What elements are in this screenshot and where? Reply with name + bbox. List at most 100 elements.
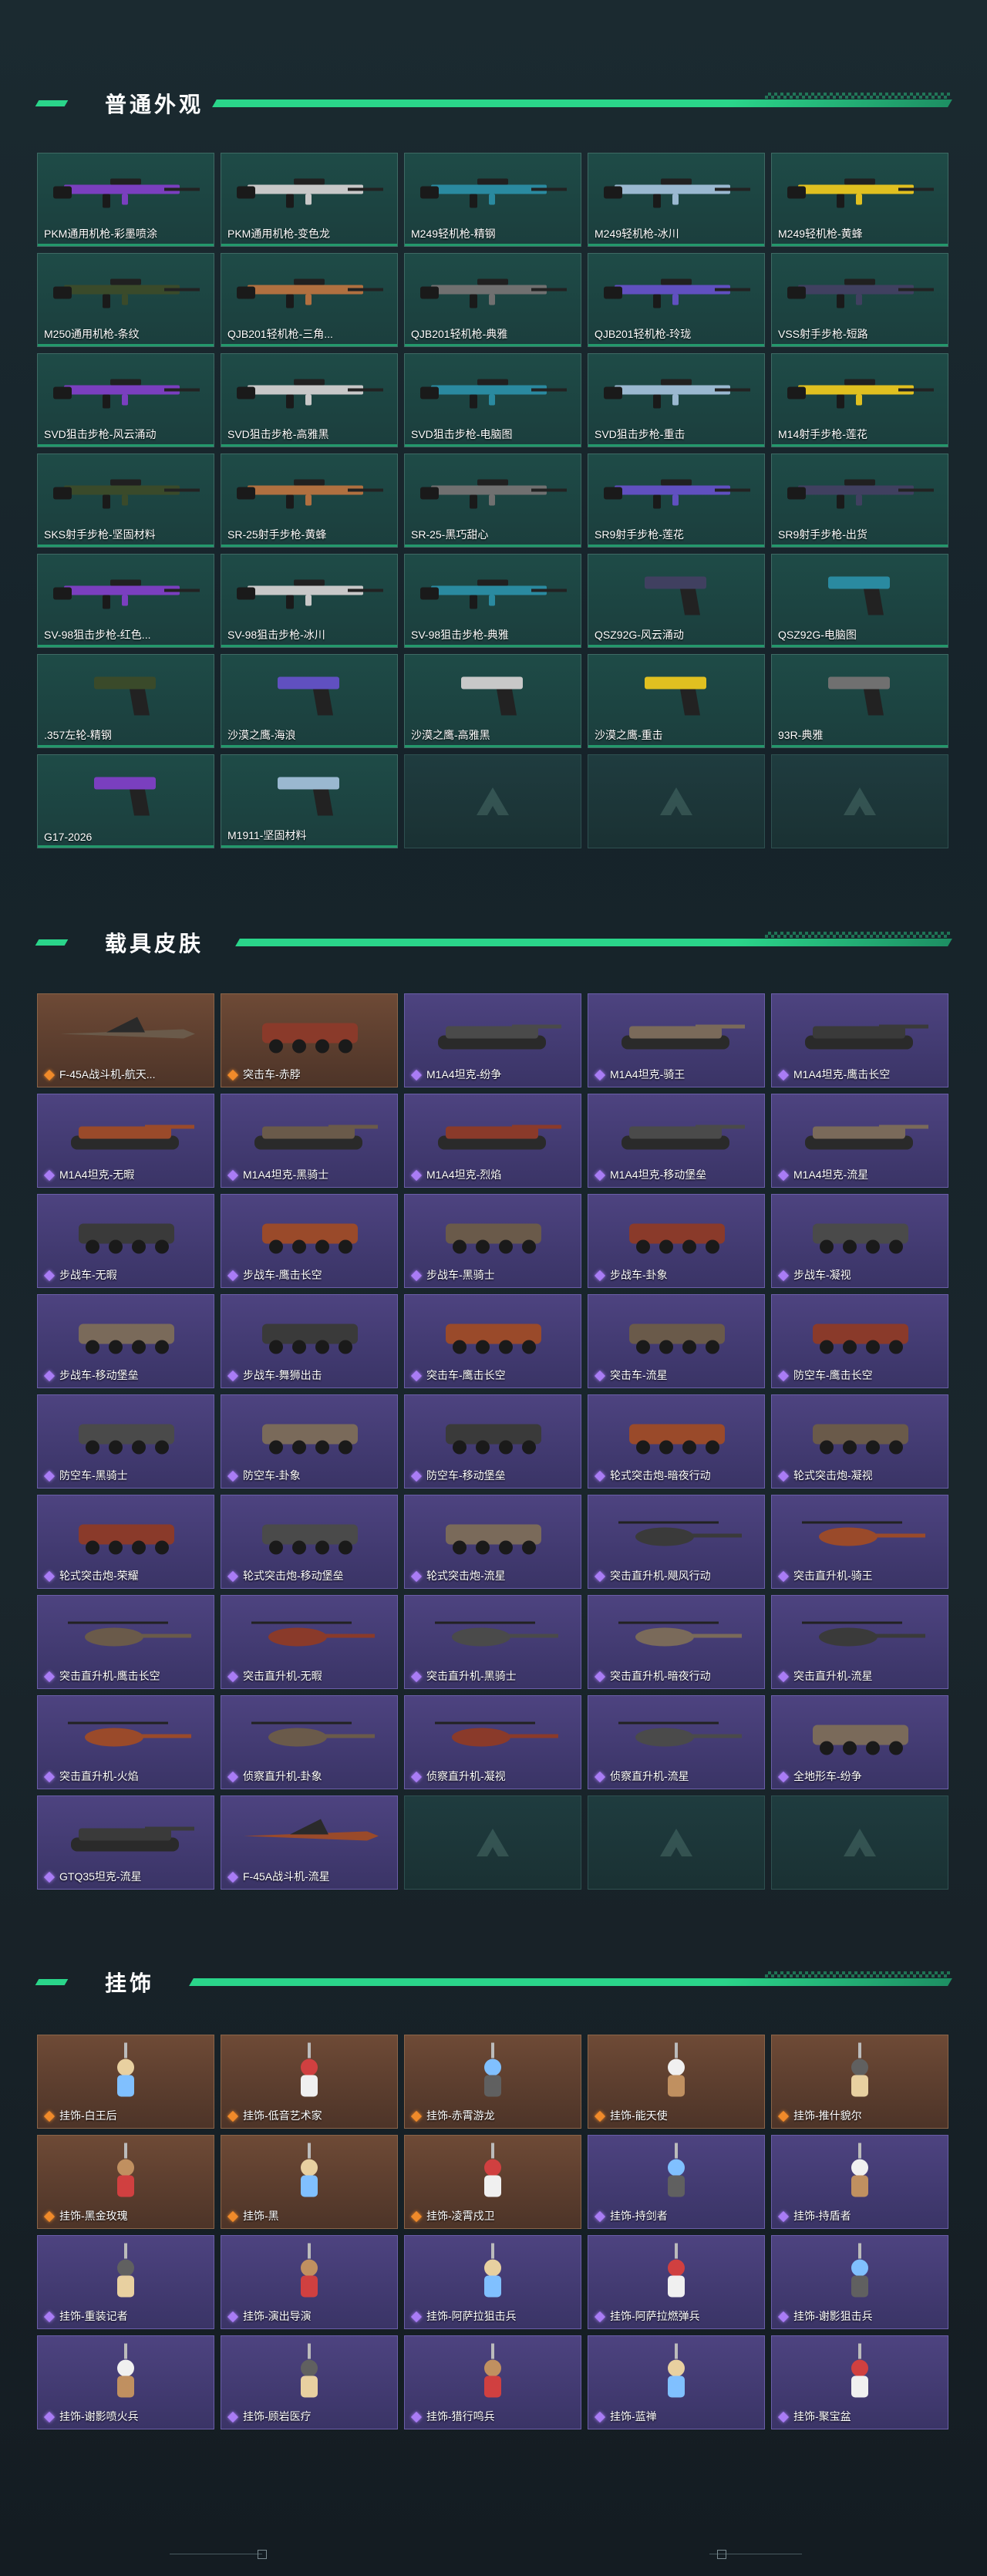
vehicle-card[interactable]: 突击直升机-无暇: [221, 1595, 398, 1689]
pendant-card[interactable]: 挂饰-推什貌尔: [771, 2035, 948, 2129]
weapon-card[interactable]: SV-98狙击步枪-红色...: [37, 554, 214, 648]
weapon-card[interactable]: QJB201轻机枪-三角...: [221, 253, 398, 347]
vehicle-card[interactable]: 突击直升机-鹰击长空: [37, 1595, 214, 1689]
vehicle-card[interactable]: 突击直升机-暗夜行动: [588, 1595, 765, 1689]
pendant-card[interactable]: 挂饰-蓝禅: [588, 2335, 765, 2429]
weapon-card[interactable]: QSZ92G-电脑图: [771, 554, 948, 648]
vehicle-card[interactable]: 突击直升机-流星: [771, 1595, 948, 1689]
weapon-card[interactable]: 沙漠之鹰-高雅黑: [404, 654, 581, 748]
vehicle-card[interactable]: 侦察直升机-卦象: [221, 1695, 398, 1789]
vehicle-card[interactable]: 全地形车-纷争: [771, 1695, 948, 1789]
pendant-label: 挂饰-持盾者: [793, 2210, 851, 2222]
pendant-card[interactable]: 挂饰-演出导演: [221, 2235, 398, 2329]
vehicle-card[interactable]: 防空车-移动堡垒: [404, 1394, 581, 1489]
vehicle-card[interactable]: F-45A战斗机-航天...: [37, 993, 214, 1087]
weapon-card[interactable]: VSS射手步枪-短路: [771, 253, 948, 347]
vehicle-card[interactable]: 突击直升机-火焰: [37, 1695, 214, 1789]
weapon-card[interactable]: SR-25-黑巧甜心: [404, 453, 581, 548]
vehicle-card[interactable]: 轮式突击炮-暗夜行动: [588, 1394, 765, 1489]
weapon-card[interactable]: 93R-典雅: [771, 654, 948, 748]
vehicle-card[interactable]: 防空车-卦象: [221, 1394, 398, 1489]
weapon-card[interactable]: SR9射手步枪-莲花: [588, 453, 765, 548]
weapon-card[interactable]: M14射手步枪-莲花: [771, 353, 948, 447]
pendant-card[interactable]: 挂饰-赤霄游龙: [404, 2035, 581, 2129]
weapon-card[interactable]: PKM通用机枪-变色龙: [221, 153, 398, 247]
weapon-card[interactable]: QJB201轻机枪-玲珑: [588, 253, 765, 347]
vehicle-card[interactable]: M1A4坦克-流星: [771, 1094, 948, 1188]
weapon-label: M249轻机枪-精钢: [411, 228, 496, 240]
weapon-card[interactable]: QJB201轻机枪-典雅: [404, 253, 581, 347]
weapon-card[interactable]: PKM通用机枪-彩墨喷涂: [37, 153, 214, 247]
weapon-card[interactable]: SVD狙击步枪-高雅黑: [221, 353, 398, 447]
pendant-card[interactable]: 挂饰-凌霄戍卫: [404, 2135, 581, 2229]
weapon-card[interactable]: SKS射手步枪-坚固材料: [37, 453, 214, 548]
vehicle-card[interactable]: 步战车-凝视: [771, 1194, 948, 1288]
pendant-card[interactable]: 挂饰-顾岩医疗: [221, 2335, 398, 2429]
weapon-card[interactable]: M249轻机枪-黄蜂: [771, 153, 948, 247]
vehicle-card[interactable]: 突击直升机-黑骑士: [404, 1595, 581, 1689]
pendant-card[interactable]: 挂饰-白王后: [37, 2035, 214, 2129]
vehicle-card[interactable]: M1A4坦克-烈焰: [404, 1094, 581, 1188]
vehicle-label: 防空车-鹰击长空: [793, 1369, 873, 1381]
vehicle-card[interactable]: 步战车-舞狮出击: [221, 1294, 398, 1388]
vehicle-card[interactable]: 突击车-鹰击长空: [404, 1294, 581, 1388]
weapon-card[interactable]: G17-2026: [37, 754, 214, 848]
weapon-card[interactable]: QSZ92G-风云涌动: [588, 554, 765, 648]
pendant-card[interactable]: 挂饰-谢影狙击兵: [771, 2235, 948, 2329]
weapon-card[interactable]: SVD狙击步枪-电脑图: [404, 353, 581, 447]
vehicle-card[interactable]: 防空车-鹰击长空: [771, 1294, 948, 1388]
vehicle-thumbnail: [52, 1808, 199, 1866]
vehicle-card[interactable]: 轮式突击炮-移动堡垒: [221, 1495, 398, 1589]
weapon-card[interactable]: M1911-坚固材料: [221, 754, 398, 848]
vehicle-card[interactable]: M1A4坦克-黑骑士: [221, 1094, 398, 1188]
rarity-diamond-icon: [227, 1270, 238, 1281]
pendant-card[interactable]: 挂饰-聚宝盆: [771, 2335, 948, 2429]
pendant-card[interactable]: 挂饰-持盾者: [771, 2135, 948, 2229]
weapon-card[interactable]: 沙漠之鹰-重击: [588, 654, 765, 748]
vehicle-card[interactable]: 侦察直升机-凝视: [404, 1695, 581, 1789]
pendant-card[interactable]: 挂饰-阿萨拉狙击兵: [404, 2235, 581, 2329]
pendant-card[interactable]: 挂饰-低音艺术家: [221, 2035, 398, 2129]
vehicle-card[interactable]: 轮式突击炮-凝视: [771, 1394, 948, 1489]
vehicle-card[interactable]: 步战车-卦象: [588, 1194, 765, 1288]
weapon-card[interactable]: M249轻机枪-冰川: [588, 153, 765, 247]
vehicle-card[interactable]: 防空车-黑骑士: [37, 1394, 214, 1489]
vehicle-card[interactable]: 步战车-鹰击长空: [221, 1194, 398, 1288]
vehicle-card[interactable]: 突击车-赤脖: [221, 993, 398, 1087]
weapon-card[interactable]: 沙漠之鹰-海浪: [221, 654, 398, 748]
vehicle-card[interactable]: GTQ35坦克-流星: [37, 1795, 214, 1890]
vehicle-card[interactable]: 突击直升机-骑王: [771, 1495, 948, 1589]
weapon-card[interactable]: SV-98狙击步枪-冰川: [221, 554, 398, 648]
pendant-card[interactable]: 挂饰-谢影喷火兵: [37, 2335, 214, 2429]
weapon-card[interactable]: SV-98狙击步枪-典雅: [404, 554, 581, 648]
vehicle-card[interactable]: M1A4坦克-骑王: [588, 993, 765, 1087]
vehicle-card[interactable]: F-45A战斗机-流星: [221, 1795, 398, 1890]
pendant-card[interactable]: 挂饰-能天使: [588, 2035, 765, 2129]
vehicle-card[interactable]: 步战车-黑骑士: [404, 1194, 581, 1288]
vehicle-card[interactable]: M1A4坦克-移动堡垒: [588, 1094, 765, 1188]
vehicle-card[interactable]: M1A4坦克-无暇: [37, 1094, 214, 1188]
vehicle-card[interactable]: M1A4坦克-纷争: [404, 993, 581, 1087]
vehicle-card[interactable]: 步战车-无暇: [37, 1194, 214, 1288]
weapon-card[interactable]: M249轻机枪-精钢: [404, 153, 581, 247]
vehicle-card[interactable]: 突击车-流星: [588, 1294, 765, 1388]
weapon-card[interactable]: SR-25射手步枪-黄蜂: [221, 453, 398, 548]
pendant-card[interactable]: 挂饰-重装记者: [37, 2235, 214, 2329]
weapon-card[interactable]: .357左轮-精钢: [37, 654, 214, 748]
vehicle-card[interactable]: M1A4坦克-鹰击长空: [771, 993, 948, 1087]
vehicle-card[interactable]: 步战车-移动堡垒: [37, 1294, 214, 1388]
vehicle-card[interactable]: 轮式突击炮-流星: [404, 1495, 581, 1589]
pendant-card[interactable]: 挂饰-猎行鸣兵: [404, 2335, 581, 2429]
weapon-card[interactable]: SVD狙击步枪-风云涌动: [37, 353, 214, 447]
weapon-card[interactable]: SR9射手步枪-出货: [771, 453, 948, 548]
vehicle-card[interactable]: 侦察直升机-流星: [588, 1695, 765, 1789]
weapon-card[interactable]: M250通用机枪-条纹: [37, 253, 214, 347]
pendant-card[interactable]: 挂饰-阿萨拉燃弹兵: [588, 2235, 765, 2329]
weapon-card[interactable]: SVD狙击步枪-重击: [588, 353, 765, 447]
pendant-card[interactable]: 挂饰-持剑者: [588, 2135, 765, 2229]
pendant-card[interactable]: 挂饰-黑金玫瑰: [37, 2135, 214, 2229]
rarity-diamond-icon: [778, 1270, 789, 1281]
pendant-card[interactable]: 挂饰-黑: [221, 2135, 398, 2229]
vehicle-card[interactable]: 突击直升机-飓风行动: [588, 1495, 765, 1589]
vehicle-card[interactable]: 轮式突击炮-荣耀: [37, 1495, 214, 1589]
